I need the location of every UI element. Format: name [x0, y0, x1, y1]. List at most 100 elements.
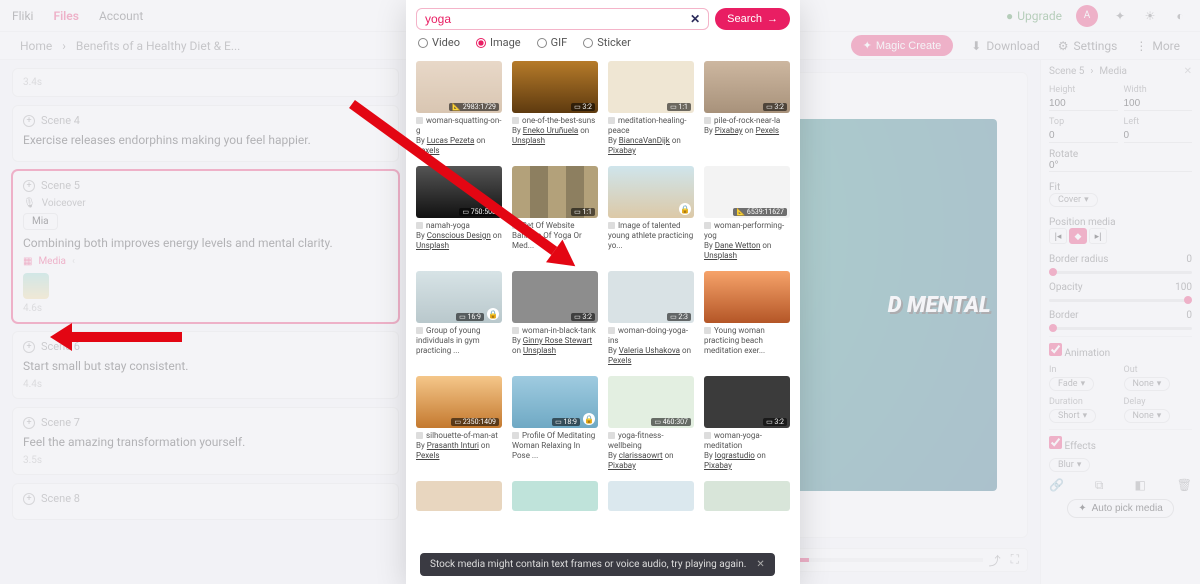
download-button[interactable]: ⬇ Download [971, 39, 1039, 53]
result-item[interactable]: 🔒Image of talented young athlete practic… [608, 166, 694, 261]
tab-sticker[interactable]: Sticker [583, 36, 631, 49]
out-select[interactable]: None ▾ [1124, 377, 1171, 391]
close-icon[interactable]: ✕ [756, 559, 764, 570]
lock-icon: 🔒 [487, 308, 499, 320]
result-item[interactable] [704, 481, 790, 511]
align-center[interactable]: ◆ [1069, 228, 1087, 244]
tab-image[interactable]: Image [476, 36, 521, 49]
result-item[interactable]: ▭ 1:1meditation-healing-peaceBy BiancaVa… [608, 61, 694, 156]
add-icon[interactable]: + [23, 341, 35, 353]
layers-icon[interactable]: ◧ [1134, 478, 1145, 493]
media-thumb[interactable] [23, 273, 49, 299]
scene-card-8[interactable]: +Scene 8 [12, 483, 399, 520]
clear-icon[interactable]: ✕ [690, 12, 700, 26]
border-slider[interactable] [1049, 327, 1192, 330]
bradius-slider[interactable] [1049, 271, 1192, 274]
border-value: 0 [1186, 310, 1192, 321]
rotate-input[interactable] [1049, 160, 1192, 172]
effects-select[interactable]: Blur ▾ [1049, 458, 1090, 472]
dur-select[interactable]: Short ▾ [1049, 409, 1096, 423]
upgrade-link[interactable]: ● Upgrade [1006, 9, 1062, 23]
rotate-label: Rotate [1049, 149, 1192, 160]
scene-card-5[interactable]: +Scene 5 🎙 Voiceover Mia Combining both … [12, 170, 399, 323]
trash-icon[interactable]: 🗑 [1177, 478, 1192, 493]
add-icon[interactable]: + [23, 180, 35, 192]
breadcrumb-home[interactable]: Home [20, 39, 52, 53]
add-icon[interactable]: + [23, 493, 35, 505]
link-icon[interactable]: 🔗 [1049, 478, 1064, 493]
width-input[interactable] [1124, 97, 1193, 111]
close-icon[interactable]: ✕ [1184, 66, 1192, 77]
add-icon[interactable]: + [23, 115, 35, 127]
media-row[interactable]: ▦ Media‹ [23, 256, 388, 267]
scene-card-6[interactable]: +Scene 6 Start small but stay consistent… [12, 331, 399, 399]
animation-toggle[interactable]: Animation [1049, 343, 1110, 359]
posmedia-label: Position media [1049, 217, 1192, 228]
fit-select[interactable]: Cover ▾ [1049, 193, 1098, 207]
result-item[interactable]: ▭ 3:2woman-yoga-meditationBy lograstudio… [704, 376, 790, 471]
more-button[interactable]: ⋮ More [1135, 39, 1180, 53]
result-item[interactable]: 📐 6539:11627woman-performing-yogBy Dane … [704, 166, 790, 261]
result-item[interactable]: 📐 2983:1729woman-squatting-on-gBy Lucas … [416, 61, 502, 156]
out-label: Out [1124, 365, 1193, 375]
result-item[interactable]: ▭ 2350:1409silhouette-of-man-atBy Prasan… [416, 376, 502, 471]
effects-toggle[interactable]: Effects [1049, 436, 1096, 452]
scene-text[interactable]: Combining both improves energy levels an… [23, 236, 388, 250]
scene-card-7[interactable]: +Scene 7 Feel the amazing transformation… [12, 407, 399, 475]
result-item[interactable]: ▭ 460:307yoga-fitness-wellbeingBy claris… [608, 376, 694, 471]
magic-create-button[interactable]: ✦ Magic Create [851, 35, 954, 56]
result-item[interactable]: Young woman practicing beach meditation … [704, 271, 790, 366]
align-left[interactable]: |◂ [1049, 228, 1067, 244]
result-item[interactable]: ▭ 3:2one-of-the-best-sunsBy Eneko Uruñue… [512, 61, 598, 156]
result-item[interactable]: ▭ 750:503namah-yogaBy Conscious Design o… [416, 166, 502, 261]
help-icon[interactable]: ◐ [1172, 8, 1188, 24]
height-label: Height [1049, 85, 1118, 95]
scene-text: Exercise releases endorphins making you … [23, 133, 388, 147]
opacity-value: 100 [1175, 282, 1192, 293]
scene-card-4[interactable]: +Scene 4 Exercise releases endorphins ma… [12, 105, 399, 162]
settings-button[interactable]: ⚙ Settings [1058, 39, 1118, 53]
delay-select[interactable]: None ▾ [1124, 409, 1171, 423]
lock-icon: 🔒 [583, 413, 595, 425]
theme-icon[interactable]: ☀ [1142, 8, 1158, 24]
search-button[interactable]: Search → [715, 8, 790, 30]
puzzle-icon[interactable]: ✦ [1112, 8, 1128, 24]
scene-duration: 4.6s [23, 303, 388, 314]
fullscreen-icon[interactable]: ⛶ [1011, 552, 1019, 569]
voiceover-row[interactable]: 🎙 Voiceover [23, 198, 388, 209]
in-select[interactable]: Fade ▾ [1049, 377, 1094, 391]
height-input[interactable] [1049, 97, 1118, 111]
result-item[interactable] [416, 481, 502, 511]
nav-files[interactable]: Files [53, 9, 78, 23]
top-input[interactable] [1049, 129, 1118, 143]
breadcrumb-project[interactable]: Benefits of a Healthy Diet & E... [76, 39, 240, 53]
auto-pick-button[interactable]: ✦ Auto pick media [1067, 499, 1174, 518]
position-segment[interactable]: |◂ ◆ ▸| [1049, 228, 1192, 244]
search-input[interactable] [425, 12, 690, 26]
tab-video[interactable]: Video [418, 36, 460, 49]
result-item[interactable]: ▭ 3:2woman-in-black-tankBy Ginny Rose St… [512, 271, 598, 366]
nav-account[interactable]: Account [99, 9, 143, 23]
result-item[interactable] [512, 481, 598, 511]
search-box[interactable]: ✕ [416, 8, 709, 30]
result-item[interactable] [608, 481, 694, 511]
result-item[interactable]: ▭ 2:3woman-doing-yoga-insBy Valeria Usha… [608, 271, 694, 366]
voice-chip[interactable]: Mia [23, 213, 58, 230]
fit-label: Fit [1049, 182, 1192, 193]
left-input[interactable] [1124, 129, 1193, 143]
brand-link[interactable]: Fliki [12, 9, 33, 23]
opacity-slider[interactable] [1049, 299, 1192, 302]
align-right[interactable]: ▸| [1089, 228, 1107, 244]
scene-card-prev[interactable]: 3.4s [12, 68, 399, 97]
copy-icon[interactable]: ⧉ [1095, 478, 1104, 493]
tab-gif[interactable]: GIF [537, 36, 568, 49]
result-item[interactable]: 🔒▭ 16:9Group of young individuals in gym… [416, 271, 502, 366]
share-icon[interactable]: ⤴ [989, 552, 1001, 569]
media-picker-modal: ✕ Search → Video Image GIF Sticker 📐 298… [406, 0, 800, 584]
result-item[interactable]: ▭ 3:2pile-of-rock-near-laBy Pixabay on P… [704, 61, 790, 156]
result-item[interactable]: ▭ 1:1Set Of Website Banners Of Yoga Or M… [512, 166, 598, 261]
user-avatar[interactable]: A [1076, 5, 1098, 27]
result-item[interactable]: 🔒▭ 18:9Profile Of Meditating Woman Relax… [512, 376, 598, 471]
scene-duration: 3.4s [23, 77, 388, 88]
add-icon[interactable]: + [23, 417, 35, 429]
